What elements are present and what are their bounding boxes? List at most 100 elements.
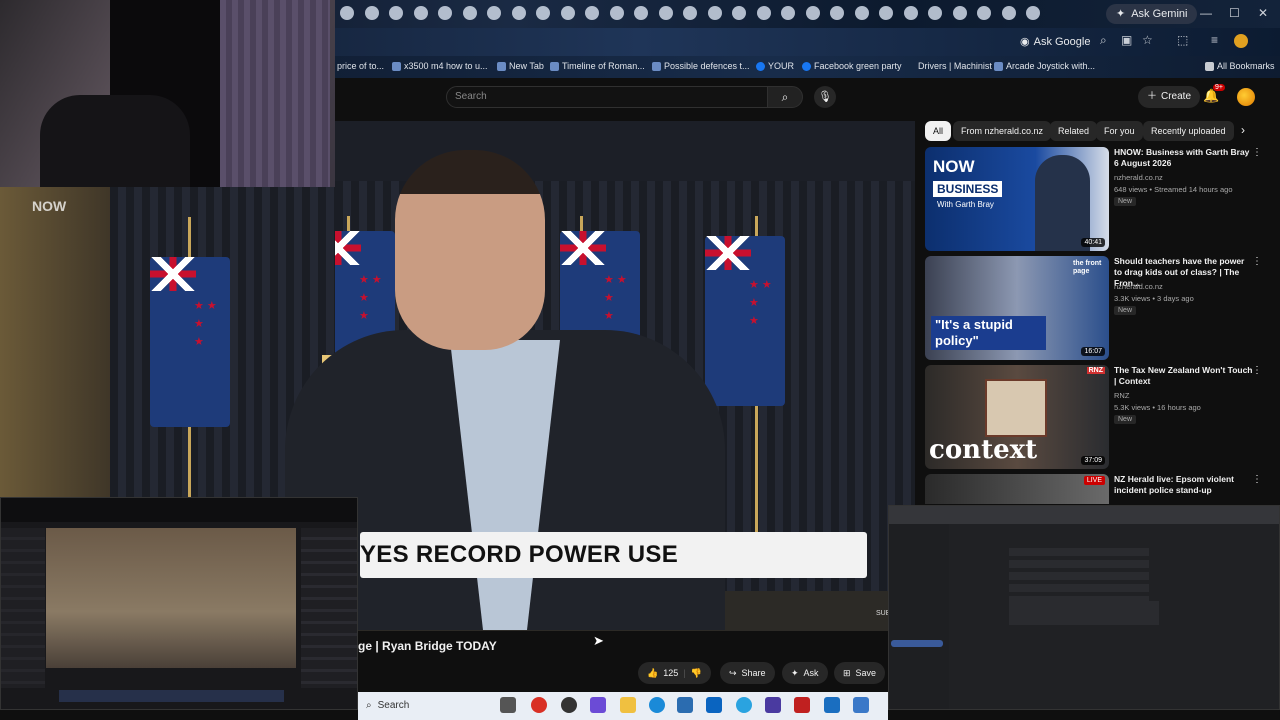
ask-button[interactable]: ✦ Ask: [782, 662, 828, 684]
task-view-icon[interactable]: [500, 697, 516, 713]
more-options-icon[interactable]: ⋮: [1252, 256, 1262, 267]
save-button[interactable]: ⊞ Save: [834, 662, 886, 684]
tab-favicon-icon[interactable]: [1001, 6, 1016, 20]
list-item[interactable]: LIVE NZ Herald live: Epsom violent incid…: [925, 474, 1270, 504]
voice-search-button[interactable]: 🎙: [814, 86, 836, 108]
tab-favicon-icon[interactable]: [438, 6, 452, 20]
tab-favicon-icon[interactable]: [340, 6, 354, 20]
recommendation-title[interactable]: NZ Herald live: Epsom violent incident p…: [1114, 474, 1254, 496]
obs-icon[interactable]: [561, 697, 577, 713]
tab-favicon-icon[interactable]: [781, 6, 795, 20]
edge-icon[interactable]: [649, 697, 665, 713]
video-thumbnail[interactable]: context RNZ 37:09: [925, 365, 1109, 469]
all-bookmarks-button[interactable]: All Bookmarks: [1205, 61, 1275, 71]
list-item[interactable]: context RNZ 37:09 The Tax New Zealand Wo…: [925, 365, 1270, 469]
more-options-icon[interactable]: ⋮: [1252, 474, 1262, 485]
chip-recently-uploaded[interactable]: Recently uploaded: [1143, 121, 1234, 141]
chevron-right-icon[interactable]: ›: [1241, 123, 1245, 137]
ask-gemini-button[interactable]: ✦ Ask Gemini: [1106, 4, 1198, 24]
avatar[interactable]: [1237, 88, 1255, 106]
search-icon[interactable]: ⌕: [1100, 33, 1107, 48]
more-options-icon[interactable]: ⋮: [1252, 365, 1262, 376]
create-button[interactable]: ＋ Create: [1138, 86, 1201, 108]
channel-name[interactable]: nzherald.co.nz: [1114, 282, 1163, 291]
tab-favicon-icon[interactable]: [1026, 6, 1040, 20]
share-button[interactable]: ↪ Share: [720, 662, 775, 684]
bookmark-item[interactable]: Drivers | Machinist: [918, 61, 992, 71]
tab-favicon-icon[interactable]: [634, 6, 648, 20]
chrome-icon[interactable]: [531, 697, 547, 713]
tab-favicon-icon[interactable]: [805, 6, 820, 20]
tab-favicon-icon[interactable]: [585, 6, 599, 20]
app-icon[interactable]: [824, 697, 840, 713]
recommendation-title[interactable]: HNOW: Business with Garth Bray 6 August …: [1114, 147, 1254, 169]
bookmark-item[interactable]: Facebook green party: [802, 61, 902, 71]
bookmark-item[interactable]: New Tab: [497, 61, 544, 71]
tab-favicon-icon[interactable]: [928, 6, 942, 20]
bookmark-item[interactable]: price of to...: [337, 61, 384, 71]
tab-favicon-icon[interactable]: [903, 6, 918, 20]
app-icon[interactable]: [794, 697, 810, 713]
tab-favicon-icon[interactable]: [879, 6, 893, 20]
tab-favicon-icon[interactable]: [830, 6, 844, 20]
tab-favicon-icon[interactable]: [732, 6, 746, 20]
chip-all[interactable]: All: [925, 121, 952, 141]
store-icon[interactable]: [677, 697, 693, 713]
video-thumbnail[interactable]: LIVE: [925, 474, 1109, 504]
minimize-icon[interactable]: —: [1200, 6, 1212, 20]
tab-favicon-icon[interactable]: [487, 6, 501, 20]
duration-badge: 37:09: [1081, 456, 1105, 465]
chip-related[interactable]: Related: [1050, 121, 1098, 141]
bookmark-item[interactable]: Timeline of Roman...: [550, 61, 645, 71]
cast-icon[interactable]: ▣: [1121, 33, 1132, 47]
app-icon[interactable]: [765, 697, 781, 713]
tab-favicon-icon[interactable]: [511, 6, 526, 20]
tab-favicon-icon[interactable]: [658, 6, 673, 20]
channel-name[interactable]: nzherald.co.nz: [1114, 173, 1163, 182]
tab-favicon-icon[interactable]: [707, 6, 722, 20]
tab-favicon-icon[interactable]: [952, 6, 967, 20]
bookmark-item[interactable]: Possible defences t...: [652, 61, 750, 71]
bookmark-star-icon[interactable]: ☆: [1142, 33, 1153, 47]
maximize-icon[interactable]: ☐: [1229, 6, 1240, 20]
tab-favicon-icon[interactable]: [364, 6, 379, 20]
close-icon[interactable]: ✕: [1258, 6, 1268, 20]
search-button[interactable]: ⌕: [767, 86, 803, 108]
telegram-icon[interactable]: [736, 697, 752, 713]
side-panel-icon[interactable]: ≡: [1211, 33, 1218, 47]
channel-name[interactable]: RNZ: [1114, 391, 1129, 400]
tab-favicon-icon[interactable]: [389, 6, 403, 20]
app-icon[interactable]: [590, 697, 606, 713]
recommendation-title[interactable]: The Tax New Zealand Won't Touch | Contex…: [1114, 365, 1254, 387]
video-thumbnail[interactable]: NOW BUSINESS With Garth Bray 40:41: [925, 147, 1109, 251]
extensions-icon[interactable]: ⬚: [1177, 33, 1188, 47]
tab-favicon-icon[interactable]: [609, 6, 624, 20]
profile-avatar[interactable]: [1234, 34, 1248, 48]
search-input[interactable]: Search: [446, 86, 768, 108]
tab-favicon-icon[interactable]: [977, 6, 991, 20]
tab-favicon-icon[interactable]: [683, 6, 697, 20]
app-icon[interactable]: [853, 697, 869, 713]
tab-favicon-icon[interactable]: [560, 6, 575, 20]
chip-from-channel[interactable]: From nzherald.co.nz: [953, 121, 1052, 141]
list-item[interactable]: "It's a stupid policy" the front page 16…: [925, 256, 1270, 360]
bookmark-item[interactable]: Arcade Joystick with...: [994, 61, 1095, 71]
thumbs-down-icon[interactable]: 👎: [691, 662, 702, 684]
list-item[interactable]: NOW BUSINESS With Garth Bray 40:41 HNOW:…: [925, 147, 1270, 251]
video-thumbnail[interactable]: "It's a stupid policy" the front page 16…: [925, 256, 1109, 360]
ask-google-button[interactable]: ◉ Ask Google: [1020, 33, 1090, 51]
tab-favicon-icon[interactable]: [462, 6, 477, 20]
video-meta: 3.3K views • 3 days ago: [1114, 294, 1194, 303]
outlook-icon[interactable]: [706, 697, 722, 713]
file-explorer-icon[interactable]: [620, 697, 636, 713]
tab-favicon-icon[interactable]: [756, 6, 771, 20]
tab-favicon-icon[interactable]: [536, 6, 550, 20]
bookmark-item[interactable]: x3500 m4 how to u...: [392, 61, 488, 71]
chip-for-you[interactable]: For you: [1096, 121, 1143, 141]
tab-favicon-icon[interactable]: [854, 6, 869, 20]
like-button[interactable]: 👍 125 | 👎: [638, 662, 711, 684]
tab-favicon-icon[interactable]: [413, 6, 428, 20]
more-options-icon[interactable]: ⋮: [1252, 147, 1262, 158]
taskbar-search[interactable]: ⌕ Search: [366, 697, 506, 715]
bookmark-item[interactable]: YOUR: [756, 61, 794, 71]
